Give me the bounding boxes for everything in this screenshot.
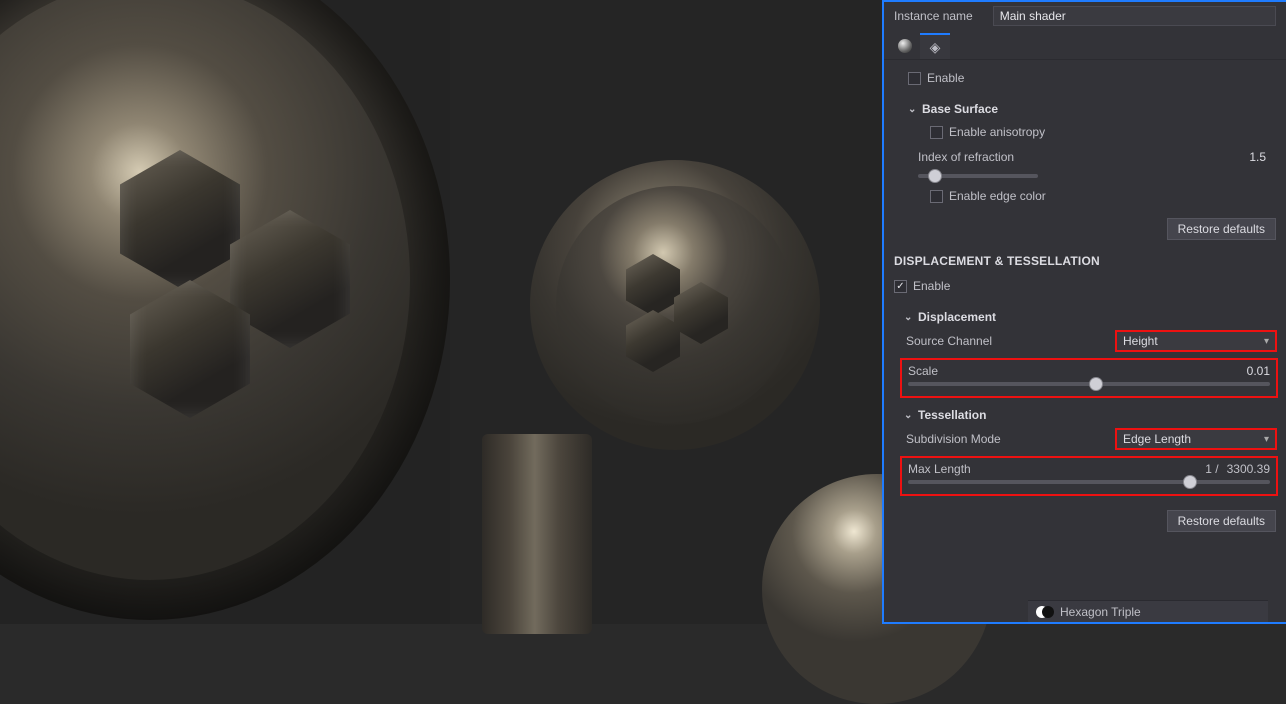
properties-panel: Instance name ◈ Enable ⌄ Base Surface En… <box>882 0 1286 624</box>
layer-footer[interactable]: Hexagon Triple <box>1028 600 1268 622</box>
displacement-tessellation-header: DISPLACEMENT & TESSELLATION <box>884 244 1286 274</box>
chevron-down-icon: ▾ <box>1264 434 1269 445</box>
ior-slider[interactable] <box>918 174 1038 178</box>
instance-name-input[interactable] <box>993 6 1276 26</box>
anisotropy-label: Enable anisotropy <box>949 125 1045 139</box>
scale-value[interactable]: 0.01 <box>1247 364 1270 378</box>
render-disc-small <box>530 160 820 450</box>
displacement-header: Displacement <box>918 310 996 324</box>
chevron-down-icon[interactable]: ⌄ <box>904 410 914 421</box>
tab-shader[interactable]: ◈ <box>920 33 950 59</box>
scale-slider[interactable] <box>908 382 1270 386</box>
viewport-left[interactable] <box>0 0 450 624</box>
source-channel-label: Source Channel <box>906 334 992 348</box>
instance-name-label: Instance name <box>894 9 973 23</box>
edge-color-checkbox[interactable] <box>930 190 943 203</box>
tab-material[interactable] <box>890 33 920 59</box>
edge-color-label: Enable edge color <box>949 189 1046 203</box>
disp-enable-checkbox[interactable]: ✓ <box>894 280 907 293</box>
disp-enable-label: Enable <box>913 279 950 293</box>
subdivision-mode-select[interactable]: Edge Length ▾ <box>1116 429 1276 449</box>
subdivision-mode-label: Subdivision Mode <box>906 432 1001 446</box>
shader-icon: ◈ <box>928 40 942 54</box>
sphere-icon <box>898 39 912 53</box>
max-length-label: Max Length <box>908 462 971 476</box>
chevron-down-icon[interactable]: ⌄ <box>904 312 914 323</box>
anisotropy-checkbox[interactable] <box>930 126 943 139</box>
render-slab <box>482 434 592 634</box>
viewport-right[interactable] <box>450 0 882 624</box>
scale-group: Scale 0.01 <box>900 358 1278 398</box>
scale-label: Scale <box>908 364 938 378</box>
shader-tab-row: ◈ <box>884 30 1286 60</box>
enable-label: Enable <box>927 71 964 85</box>
viewport <box>0 0 882 624</box>
layer-mask-icon <box>1036 606 1054 618</box>
restore-defaults-button[interactable]: Restore defaults <box>1167 218 1276 240</box>
tessellation-header: Tessellation <box>918 408 986 422</box>
source-channel-select[interactable]: Height ▾ <box>1116 331 1276 351</box>
max-length-numerator[interactable]: 1 / <box>1205 462 1218 476</box>
restore-defaults-button-2[interactable]: Restore defaults <box>1167 510 1276 532</box>
ior-label: Index of refraction <box>918 150 1014 164</box>
max-length-group: Max Length 1 / 3300.39 <box>900 456 1278 496</box>
layer-name: Hexagon Triple <box>1060 605 1141 619</box>
base-surface-header: Base Surface <box>922 102 998 116</box>
max-length-value[interactable]: 3300.39 <box>1227 462 1270 476</box>
ior-value[interactable]: 1.5 <box>1249 150 1266 164</box>
chevron-down-icon[interactable]: ⌄ <box>908 104 918 115</box>
chevron-down-icon: ▾ <box>1264 336 1269 347</box>
enable-checkbox[interactable] <box>908 72 921 85</box>
max-length-slider[interactable] <box>908 480 1270 484</box>
